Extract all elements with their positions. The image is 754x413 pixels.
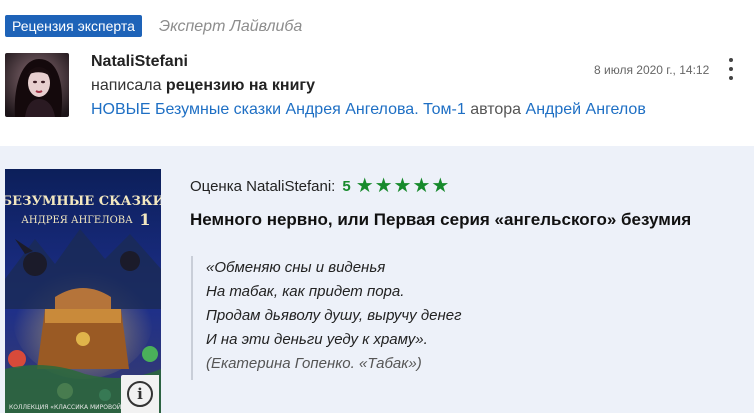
author-word: автора (470, 101, 522, 118)
cover-series: КОЛЛЕКЦИЯ «КЛАССИКА МИРОВОЙ» (9, 404, 125, 411)
book-title-link[interactable]: НОВЫЕ Безумные сказки Андрея Ангелова. Т… (91, 101, 466, 118)
rating-label: Оценка NataliStefani: (190, 177, 336, 195)
action-prefix: написала (91, 77, 162, 94)
book-line: НОВЫЕ Безумные сказки Андрея Ангелова. Т… (91, 101, 646, 119)
username-link[interactable]: NataliStefani (91, 53, 188, 71)
quote-line: На табак, как придет пора. (206, 283, 405, 300)
quote-source: (Екатерина Гопенко. «Табак») (206, 355, 422, 372)
avatar[interactable] (5, 53, 69, 117)
cover-title-line1: БЕЗУМНЫЕ СКАЗКИ (5, 194, 161, 209)
rating-stars-icon: ★★★★★ (355, 175, 451, 197)
action-text: написала рецензию на книгу (91, 77, 315, 95)
post-date: 8 июля 2020 г., 14:12 (594, 63, 710, 77)
info-icon[interactable]: i (121, 375, 159, 413)
author-link[interactable]: Андрей Ангелов (526, 101, 646, 118)
review-header: Рецензия эксперта Эксперт Лайвлиба Natal… (0, 0, 754, 146)
expert-label: Эксперт Лайвлиба (159, 18, 303, 35)
cover-volume: 1 (139, 210, 150, 229)
rating-value: 5 (342, 177, 351, 195)
action-bold: рецензию на книгу (165, 77, 315, 94)
quote-line: Продам дьяволу душу, выручу денег (206, 307, 462, 324)
rating-row: Оценка NataliStefani: 5 ★★★★★ (190, 176, 450, 196)
kebab-menu-icon[interactable] (724, 58, 738, 80)
quote-line: И на эти деньги уеду к храму». (206, 331, 428, 348)
expert-review-badge[interactable]: Рецензия эксперта (5, 15, 142, 37)
cover-title-line2: АНДРЕЯ АНГЕЛОВА (21, 215, 133, 226)
quote-line: «Обменяю сны и виденья (206, 259, 386, 276)
review-quote: «Обменяю сны и виденья На табак, как при… (191, 256, 461, 380)
avatar-image (5, 53, 69, 117)
review-title[interactable]: Немного нервно, или Первая серия «ангель… (190, 210, 691, 230)
